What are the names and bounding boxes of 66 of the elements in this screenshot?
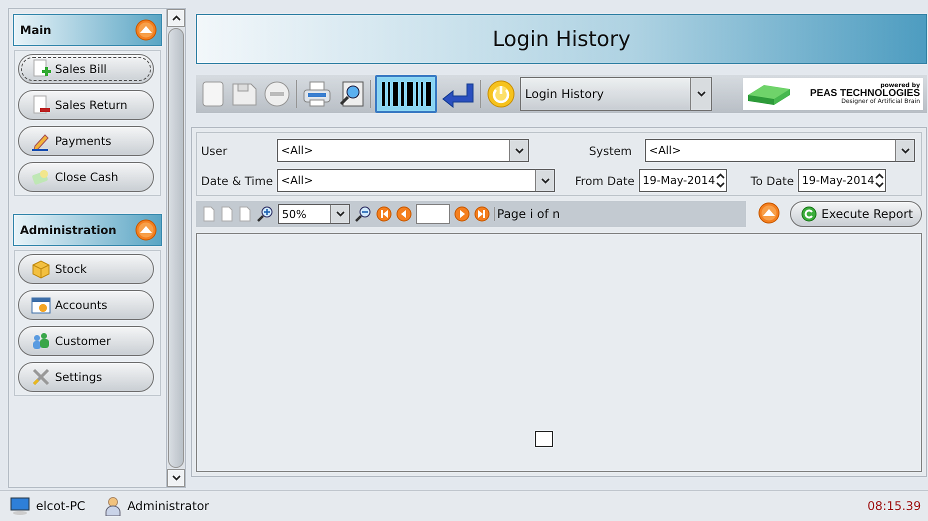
zoom-in-icon[interactable] bbox=[256, 205, 274, 223]
date-field[interactable]: 19-May-2014 bbox=[638, 169, 727, 192]
menu-button[interactable]: Sales Return bbox=[18, 90, 154, 120]
menu-button[interactable]: Payments bbox=[18, 126, 154, 156]
add-document-icon bbox=[31, 59, 51, 79]
remove-document-icon bbox=[31, 95, 51, 115]
section-header[interactable]: Main bbox=[13, 14, 162, 46]
previous-page-icon[interactable] bbox=[396, 206, 412, 222]
menu-button[interactable]: Accounts bbox=[18, 290, 154, 320]
user-icon bbox=[105, 496, 122, 516]
computer-icon bbox=[10, 497, 30, 516]
field-label: User bbox=[201, 144, 228, 158]
tools-icon bbox=[31, 367, 51, 387]
dropdown[interactable]: <All> bbox=[645, 139, 915, 162]
user-name: Administrator bbox=[127, 499, 210, 514]
page-icon[interactable] bbox=[238, 206, 252, 222]
users-icon bbox=[31, 331, 51, 351]
cash-icon bbox=[31, 167, 51, 187]
refresh-icon bbox=[801, 206, 818, 222]
scrollbar[interactable] bbox=[166, 9, 185, 487]
dropdown-value: <All> bbox=[280, 174, 314, 187]
collapse-icon[interactable] bbox=[135, 219, 157, 241]
barcode-icon[interactable] bbox=[375, 75, 437, 113]
dropdown[interactable]: <All> bbox=[277, 169, 555, 192]
section-header[interactable]: Administration bbox=[13, 214, 162, 246]
spin-down-icon[interactable] bbox=[875, 182, 884, 188]
spin-up-icon[interactable] bbox=[875, 173, 884, 179]
box-icon bbox=[31, 259, 51, 279]
section-title: Main bbox=[20, 23, 52, 37]
dropdown-value: <All> bbox=[648, 144, 682, 157]
report-dropdown[interactable]: Login History bbox=[520, 77, 712, 111]
last-page-icon[interactable] bbox=[474, 206, 490, 222]
zoom-dropdown[interactable]: 50% bbox=[278, 204, 350, 224]
dropdown[interactable]: <All> bbox=[277, 139, 529, 162]
scroll-up-icon[interactable] bbox=[172, 15, 180, 21]
zoom-out-icon[interactable] bbox=[354, 205, 372, 223]
field-label: Date & Time bbox=[201, 174, 273, 188]
dropdown-value: <All> bbox=[280, 144, 314, 157]
logo-name: PEAS TECHNOLOGIES bbox=[810, 89, 920, 99]
next-page-icon[interactable] bbox=[454, 206, 470, 222]
first-page-icon[interactable] bbox=[376, 206, 392, 222]
page-input[interactable] bbox=[416, 204, 450, 224]
collapse-icon[interactable] bbox=[135, 19, 157, 41]
section-title: Administration bbox=[20, 223, 116, 237]
menu-button[interactable]: Customer bbox=[18, 326, 154, 356]
execute-report-button[interactable]: Execute Report bbox=[790, 201, 922, 227]
page-thumbnail bbox=[535, 431, 553, 447]
menu-button[interactable]: Close Cash bbox=[18, 162, 154, 192]
clock-time: 08:15.39 bbox=[867, 499, 921, 514]
calendar-icon bbox=[31, 295, 51, 315]
spin-up-icon[interactable] bbox=[716, 173, 725, 179]
menu-button[interactable]: Sales Bill bbox=[18, 54, 154, 84]
page-title: Login History bbox=[196, 14, 927, 64]
menu-button[interactable]: Settings bbox=[18, 362, 154, 392]
field-label: System bbox=[589, 144, 633, 158]
menu-button[interactable]: Stock bbox=[18, 254, 154, 284]
scroll-down-icon[interactable] bbox=[172, 475, 180, 481]
field-label: From Date bbox=[575, 174, 635, 188]
computer-name: elcot-PC bbox=[36, 499, 86, 514]
spin-down-icon[interactable] bbox=[716, 182, 725, 188]
field-label: To Date bbox=[750, 174, 794, 188]
date-field[interactable]: 19-May-2014 bbox=[798, 169, 886, 192]
page-indicator: Page i of n bbox=[494, 207, 560, 221]
collapse-icon[interactable] bbox=[758, 202, 780, 224]
page-icon[interactable] bbox=[220, 206, 234, 222]
page-icon[interactable] bbox=[202, 206, 216, 222]
